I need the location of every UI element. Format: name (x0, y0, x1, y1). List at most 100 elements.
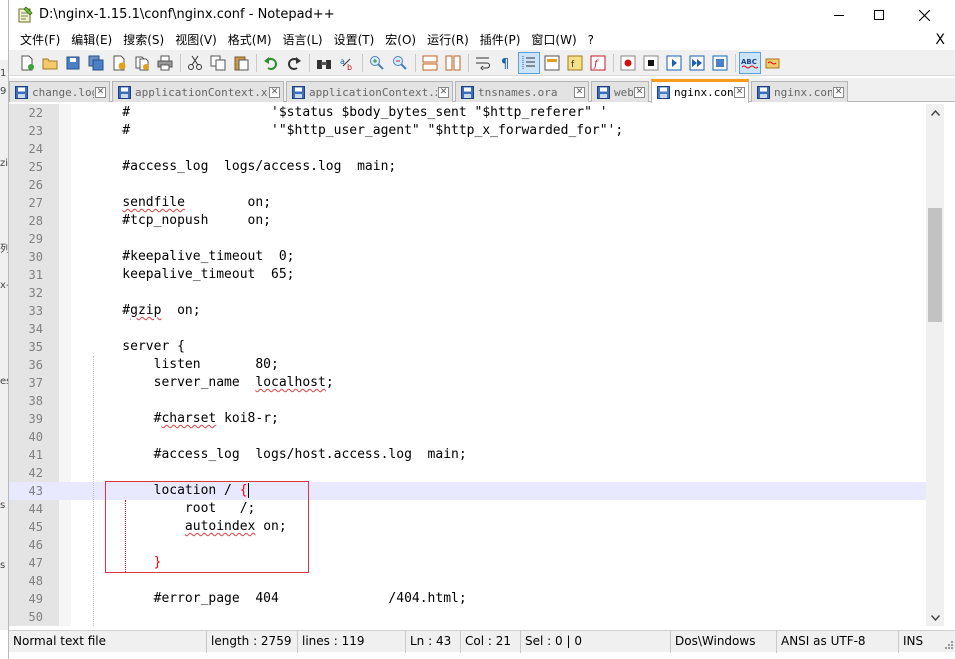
save-all-button[interactable] (86, 53, 106, 73)
editor-line[interactable]: 44 root /; (9, 500, 926, 518)
menu-edit[interactable]: 编辑(E) (66, 30, 117, 50)
zoom-in-button[interactable] (367, 53, 387, 73)
tab-web-xml-4[interactable]: web.xml✕ (591, 81, 649, 102)
editor-line[interactable]: 36 listen 80; (9, 356, 926, 374)
editor-line[interactable]: 28 #tcp_nopush on; (9, 212, 926, 230)
save-macro-button[interactable] (710, 53, 730, 73)
editor-line[interactable]: 45 autoindex on; (9, 518, 926, 536)
tab-nginx-conf-6[interactable]: nginx.conf✕ (751, 81, 848, 102)
editor-line[interactable]: 35 server { (9, 338, 926, 356)
editor-line[interactable]: 34 (9, 320, 926, 338)
editor-line[interactable]: 25 #access_log logs/access.log main; (9, 158, 926, 176)
menu-window[interactable]: 窗口(W) (526, 30, 581, 50)
editor-line[interactable]: 47 } (9, 554, 926, 572)
tab-close-icon[interactable]: ✕ (269, 86, 280, 98)
editor-line[interactable]: 41 #access_log logs/host.access.log main… (9, 446, 926, 464)
menu-format[interactable]: 格式(M) (223, 30, 277, 50)
maximize-button[interactable] (856, 0, 902, 30)
editor-line[interactable]: 50 (9, 608, 926, 626)
tab-applicationcontext-xml-1[interactable]: applicationContext.xml ✕ (112, 81, 284, 102)
editor-line[interactable]: 39 #charset koi8-r; (9, 410, 926, 428)
tab-tnsnames-ora-3[interactable]: tnsnames.ora ✕ (455, 81, 589, 102)
copy-button[interactable] (208, 53, 228, 73)
document-map-button[interactable] (542, 53, 562, 73)
close-window-button[interactable] (901, 0, 947, 30)
editor-line[interactable]: 46 (9, 536, 926, 554)
function-button[interactable]: f (588, 53, 608, 73)
spell-check-button[interactable]: ABC (739, 51, 761, 74)
close-file-button[interactable] (109, 53, 129, 73)
editor-line[interactable]: 38 (9, 392, 926, 410)
menu-view[interactable]: 视图(V) (170, 30, 222, 50)
tab-applicationcontext-xml-2[interactable]: applicationContext.xml✕ (286, 81, 453, 102)
word-wrap-button[interactable] (473, 53, 493, 73)
editor-line[interactable]: 48 (9, 572, 926, 590)
editor-line[interactable]: 29 (9, 230, 926, 248)
editor-line[interactable]: 22 # '$status $body_bytes_sent "$http_re… (9, 104, 926, 122)
tab-close-icon[interactable]: ✕ (833, 86, 844, 98)
record-macro-button[interactable] (618, 53, 638, 73)
close-all-button[interactable] (132, 53, 152, 73)
sync-horizontal-button[interactable] (443, 53, 463, 73)
undo-button[interactable] (261, 53, 281, 73)
resize-grip-icon[interactable] (944, 640, 954, 650)
editor-line[interactable]: 27 sendfile on; (9, 194, 926, 212)
new-file-button[interactable] (17, 53, 37, 73)
editor-line[interactable]: 31 keepalive_timeout 65; (9, 266, 926, 284)
tab-nginx-conf-5[interactable]: nginx.conf✕ (651, 79, 749, 103)
print-button[interactable] (155, 53, 175, 73)
menu-plugins[interactable]: 插件(P) (475, 30, 526, 50)
editor-line[interactable]: 37 server_name localhost; (9, 374, 926, 392)
stop-macro-button[interactable] (641, 53, 661, 73)
editor-line[interactable]: 43 location / { (9, 482, 926, 500)
toolbar: ab ¶ f f ABC (9, 50, 955, 76)
menu-help[interactable]: ? (583, 30, 599, 50)
menu-file[interactable]: 文件(F) (15, 30, 65, 50)
background-text-fragment: zi (0, 158, 9, 169)
menu-language[interactable]: 语言(L) (278, 30, 328, 50)
spell-check-options-button[interactable] (763, 53, 783, 73)
save-state-icon (597, 85, 610, 99)
scroll-up-button[interactable] (926, 104, 944, 121)
editor-line[interactable]: 26 (9, 176, 926, 194)
menu-settings[interactable]: 设置(T) (329, 30, 380, 50)
cut-button[interactable] (185, 53, 205, 73)
tab-close-icon[interactable]: ✕ (634, 86, 645, 98)
code-editor[interactable]: 22 # '$status $body_bytes_sent "$http_re… (9, 104, 955, 626)
zoom-out-button[interactable] (390, 53, 410, 73)
menu-run[interactable]: 运行(R) (422, 30, 474, 50)
editor-line[interactable]: 30 #keepalive_timeout 0; (9, 248, 926, 266)
indent-guide-button[interactable] (518, 51, 540, 74)
status-eol-format[interactable]: Dos\Windows (671, 631, 777, 653)
save-button[interactable] (63, 53, 83, 73)
editor-line[interactable]: 49 #error_page 404 /404.html; (9, 590, 926, 608)
paste-button[interactable] (231, 53, 251, 73)
tab-close-icon[interactable]: ✕ (574, 86, 585, 98)
tab-close-icon[interactable]: ✕ (734, 87, 745, 98)
sync-vertical-button[interactable] (420, 53, 440, 73)
menu-macro[interactable]: 宏(O) (380, 30, 421, 50)
editor-line[interactable]: 32 (9, 284, 926, 302)
editor-line[interactable]: 42 (9, 464, 926, 482)
redo-button[interactable] (284, 53, 304, 73)
open-file-button[interactable] (40, 53, 60, 73)
run-macro-multiple-button[interactable] (687, 53, 707, 73)
function-list-button[interactable]: f (565, 53, 585, 73)
show-all-characters-button[interactable]: ¶ (496, 53, 516, 73)
scrollbar-thumb[interactable] (928, 208, 942, 322)
tab-close-icon[interactable]: ✕ (95, 86, 106, 98)
replace-button[interactable]: ab (337, 53, 357, 73)
vertical-scrollbar[interactable] (926, 104, 944, 626)
editor-line[interactable]: 23 # '"$http_user_agent" "$http_x_forwar… (9, 122, 926, 140)
tab-change-log-0[interactable]: change.log ✕ (9, 81, 110, 102)
scroll-down-button[interactable] (926, 609, 944, 626)
menu-search[interactable]: 搜索(S) (118, 30, 169, 50)
status-encoding[interactable]: ANSI as UTF-8 (777, 631, 899, 653)
editor-line[interactable]: 40 (9, 428, 926, 446)
play-macro-button[interactable] (664, 53, 684, 73)
close-document-menu-button[interactable]: X (935, 30, 945, 50)
editor-line[interactable]: 33 #gzip on; (9, 302, 926, 320)
find-button[interactable] (314, 53, 334, 73)
editor-line[interactable]: 24 (9, 140, 926, 158)
tab-close-icon[interactable]: ✕ (438, 86, 449, 98)
